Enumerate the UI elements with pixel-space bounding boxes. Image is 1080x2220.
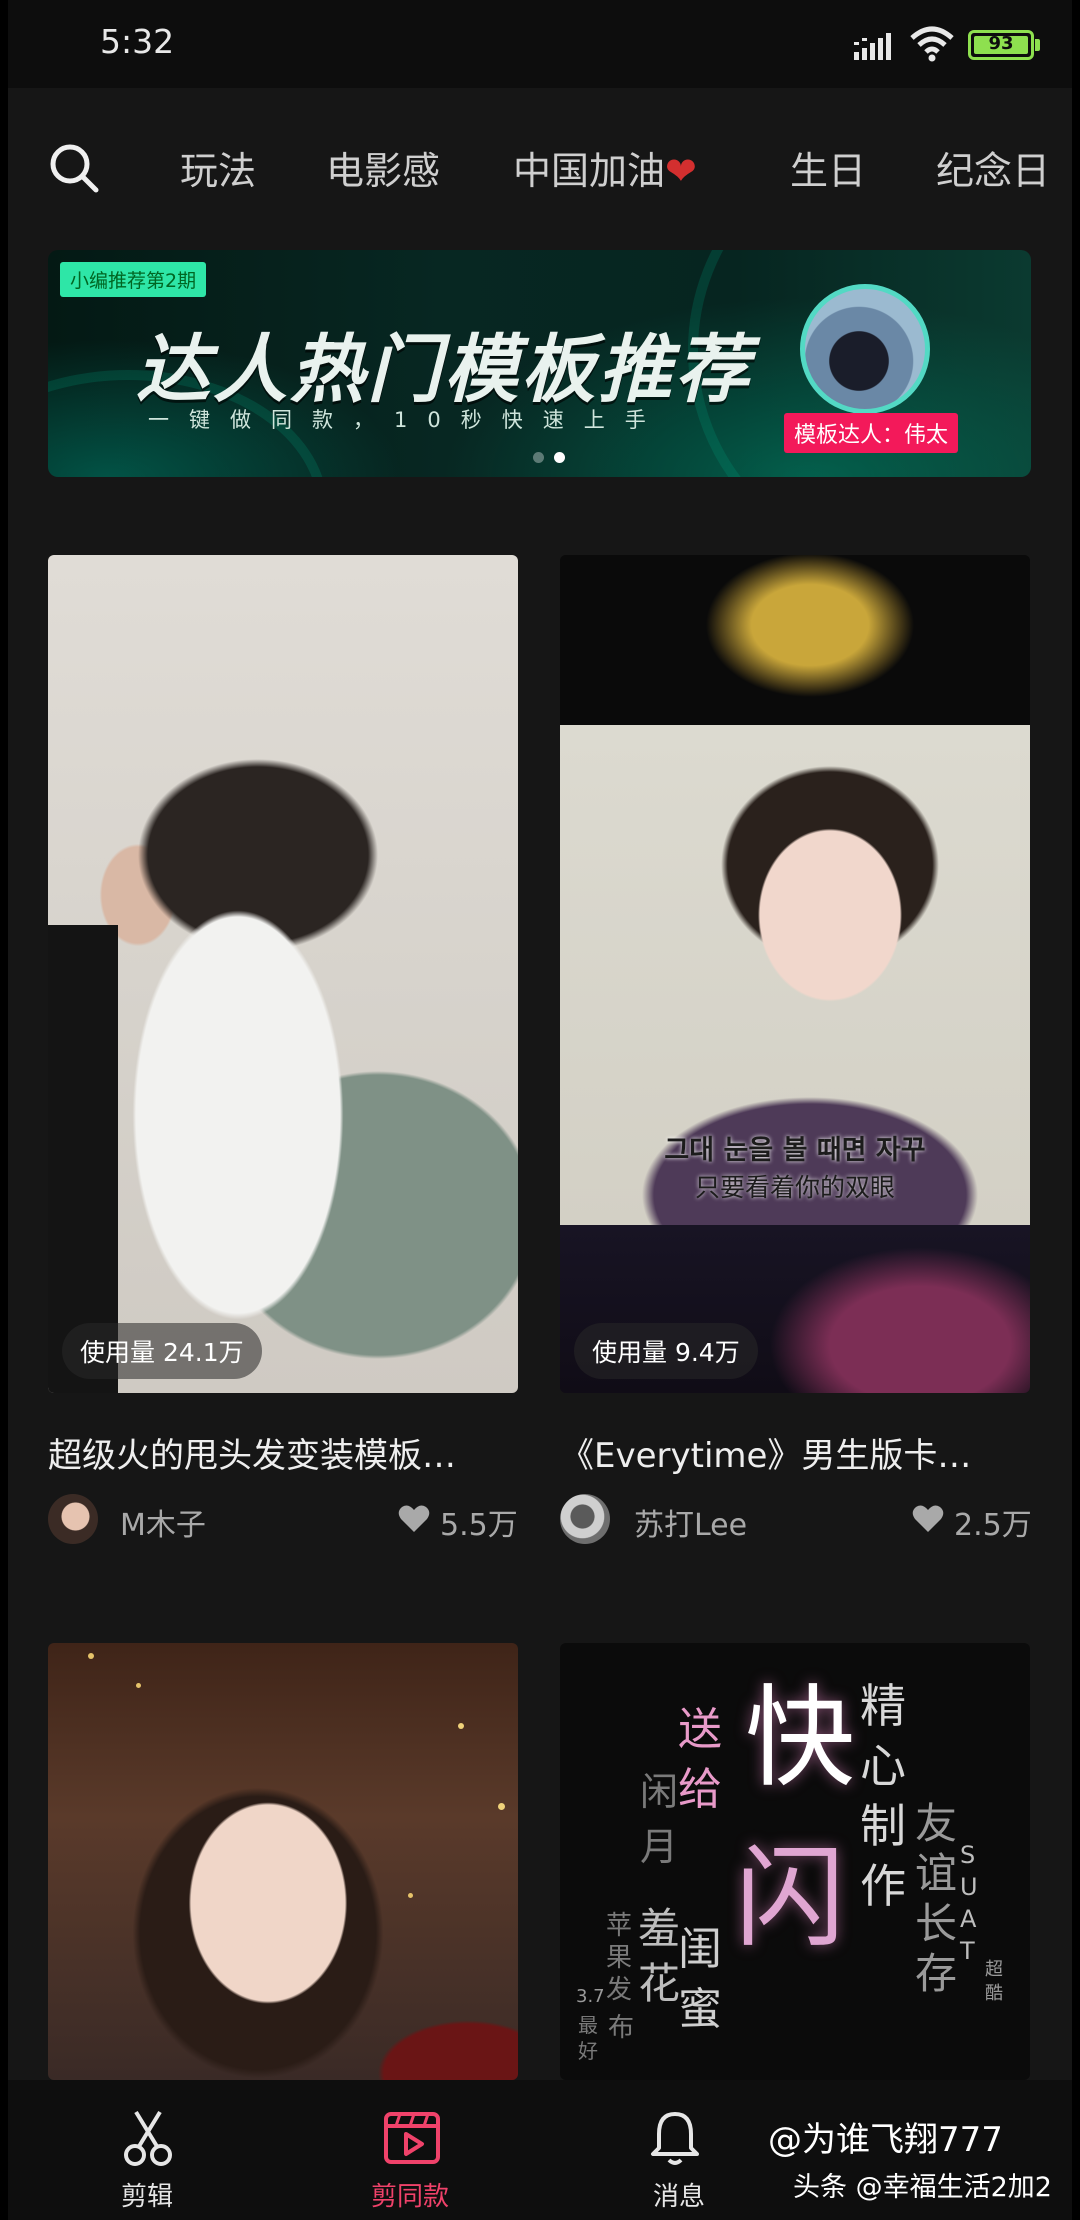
scissors-icon — [124, 2110, 172, 2166]
avatar[interactable] — [48, 1494, 98, 1544]
poster-word: 给 — [678, 1764, 722, 1815]
banner-title: 达人热门模板推荐 — [136, 327, 752, 413]
battery-level: 93 — [988, 33, 1014, 54]
usage-count: 使用量 9.4万 — [574, 1323, 758, 1379]
poster-word: U — [960, 1873, 978, 1901]
banner-subtitle: 一键做同款，10秒快速上手 — [148, 408, 666, 432]
poster-word: A — [960, 1905, 977, 1933]
poster-word: 好 — [578, 2039, 598, 2063]
tab-play[interactable]: 玩法 — [180, 140, 256, 195]
poster-word: 闺 — [678, 1924, 722, 1975]
like-count: 2.5万 — [954, 1508, 1032, 1543]
heart-icon[interactable] — [912, 1504, 944, 1534]
poster-word: 制 — [860, 1799, 906, 1853]
video-caption-chinese: 只要看着你的双眼 — [694, 1173, 895, 1202]
card-title[interactable]: 超级火的甩头发变装模板… — [48, 1428, 456, 1477]
app-screen: 5:32 93 玩法 电影感 中国加油❤ 生日 纪念日 小编推荐第2期 达人热门… — [8, 0, 1072, 2220]
banner-pagination — [528, 448, 570, 467]
poster-word: 发 — [606, 1975, 633, 2005]
poster-word: 花 — [638, 1959, 681, 2008]
tab-birthday[interactable]: 生日 — [790, 140, 866, 195]
poster-word: 作 — [860, 1859, 906, 1913]
tab-china-cheer[interactable]: 中国加油❤ — [513, 140, 697, 195]
poster-word: 布 — [608, 2013, 635, 2043]
poster-word: 闲 — [640, 1770, 679, 1814]
template-card-hair-flip[interactable]: 使用量 24.1万 — [48, 555, 518, 1393]
poster-word: 羞 — [638, 1904, 681, 1953]
pagination-dot — [533, 452, 544, 463]
poster-word: 谊 — [915, 1849, 958, 1898]
poster-word: 果 — [606, 1943, 633, 1973]
signal-icon — [854, 33, 891, 60]
poster-word: 酷 — [985, 1983, 1003, 2004]
search-icon[interactable] — [44, 138, 104, 198]
card-title[interactable]: 《Everytime》男生版卡… — [560, 1428, 971, 1477]
poster-word: T — [960, 1937, 975, 1965]
usage-count: 使用量 24.1万 — [62, 1323, 262, 1379]
avatar[interactable] — [560, 1494, 610, 1544]
poster-word: 最 — [578, 2013, 598, 2037]
heart-icon: ❤ — [665, 149, 697, 193]
battery-icon: 93 — [968, 30, 1034, 60]
wifi-icon — [910, 26, 954, 62]
tab-china-cheer-label: 中国加油 — [513, 149, 666, 193]
promo-banner[interactable]: 小编推荐第2期 达人热门模板推荐 一键做同款，10秒快速上手 模板达人：伟太 — [48, 250, 1031, 477]
pagination-dot — [554, 452, 565, 463]
poster-word: 长 — [915, 1899, 958, 1948]
card-author[interactable]: 苏打Lee — [634, 1500, 747, 1544]
poster-word: 存 — [915, 1949, 958, 1998]
expert-avatar — [800, 284, 930, 414]
tab-anniversary[interactable]: 纪念日 — [936, 140, 1050, 195]
watermark-username: @为谁飞翔777 — [768, 2120, 1003, 2160]
expert-badge: 模板达人：伟太 — [784, 413, 959, 453]
poster-word: 快 — [745, 1674, 855, 1802]
template-card-text-poster[interactable]: 送快精给 心闲友月 制谊苹羞 作长果 闪闺 存 花发 蜜 3.7 最好布 S U A T 超酷 — [560, 1643, 1030, 2080]
nav-messages-label: 消息 — [653, 2182, 706, 2212]
poster-word: 蜜 — [678, 1984, 722, 2035]
tab-cinematic[interactable]: 电影感 — [326, 140, 440, 195]
template-card-everytime[interactable]: 그대 눈을 볼 때면 자꾸 只要看着你的双眼 使用量 9.4万 — [560, 555, 1030, 1393]
card-author[interactable]: M木子 — [120, 1500, 206, 1544]
nav-edit-label: 剪辑 — [121, 2182, 174, 2212]
watermark-source: 头条 @幸福生活2加2 — [793, 2172, 1052, 2203]
template-card-portrait[interactable] — [48, 1643, 518, 2080]
poster-word: 友 — [915, 1799, 958, 1848]
poster-word: 月 — [640, 1825, 679, 1869]
nav-template-label: 剪同款 — [371, 2182, 450, 2212]
poster-word: 3.7 — [576, 1986, 605, 2007]
heart-icon[interactable] — [398, 1504, 430, 1534]
poster-word: 精 — [860, 1679, 906, 1733]
poster-word: 送 — [678, 1704, 722, 1755]
status-bar: 5:32 93 — [8, 0, 1072, 88]
video-caption-korean: 그대 눈을 볼 때면 자꾸 — [664, 1135, 926, 1166]
poster-word: 闪 — [735, 1834, 845, 1962]
status-time: 5:32 — [100, 22, 175, 61]
poster-word: 超 — [985, 1959, 1003, 1980]
poster-word: S — [960, 1841, 976, 1869]
poster-word: 苹 — [606, 1911, 633, 1941]
banner-tag: 小编推荐第2期 — [60, 262, 207, 297]
like-count: 5.5万 — [440, 1508, 518, 1543]
bell-icon — [651, 2112, 699, 2165]
template-video-icon — [384, 2112, 440, 2164]
poster-word: 心 — [860, 1739, 906, 1793]
